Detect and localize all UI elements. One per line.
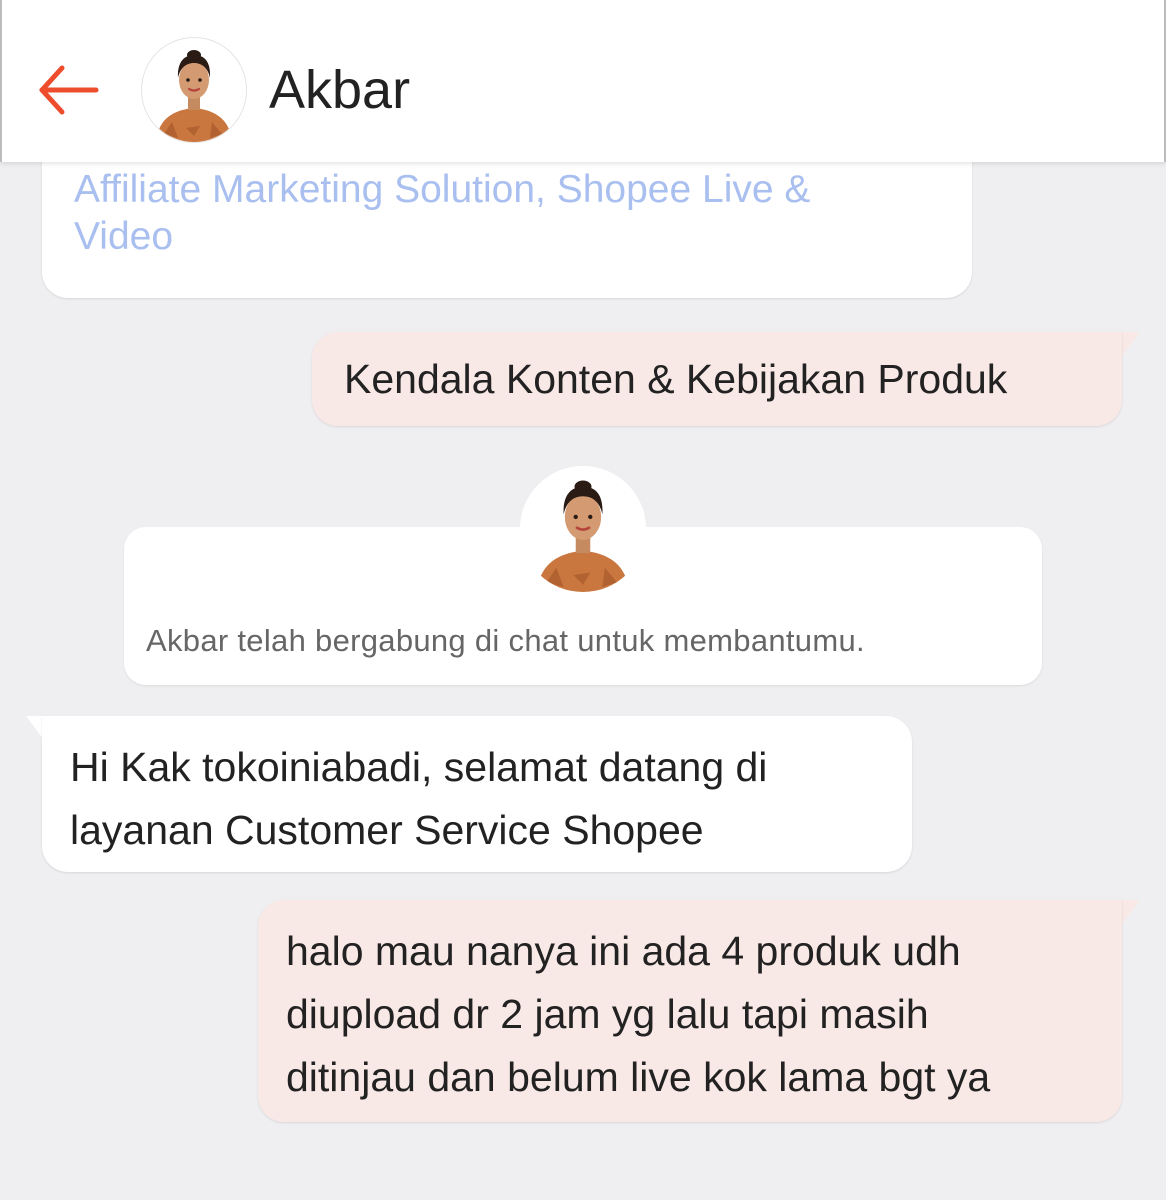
back-button[interactable] bbox=[34, 60, 104, 120]
arrow-left-icon bbox=[39, 65, 99, 115]
message-text: Hi Kak tokoiniabadi, selamat datang di l… bbox=[70, 744, 768, 853]
avatar bbox=[520, 466, 646, 592]
agent-portrait-image bbox=[520, 466, 646, 592]
avatar[interactable] bbox=[142, 38, 246, 142]
message-text: Kendala Konten & Kebijakan Produk bbox=[344, 356, 1008, 402]
link-card-text[interactable]: Affiliate Marketing Solution, Shopee Liv… bbox=[74, 166, 972, 260]
agent-portrait-image bbox=[142, 38, 246, 142]
incoming-message: Hi Kak tokoiniabadi, selamat datang di l… bbox=[42, 716, 912, 872]
bubble-tail bbox=[1122, 900, 1140, 924]
outgoing-message: Kendala Konten & Kebijakan Produk bbox=[312, 332, 1122, 426]
bubble-tail bbox=[1122, 332, 1140, 356]
chat-header: Akbar bbox=[0, 0, 1166, 162]
outgoing-message: halo mau nanya ini ada 4 produk udh diup… bbox=[258, 900, 1122, 1122]
join-notice-text: Akbar telah bergabung di chat untuk memb… bbox=[146, 623, 865, 658]
message-text: halo mau nanya ini ada 4 produk udh diup… bbox=[286, 928, 991, 1100]
contact-name: Akbar bbox=[269, 60, 411, 120]
